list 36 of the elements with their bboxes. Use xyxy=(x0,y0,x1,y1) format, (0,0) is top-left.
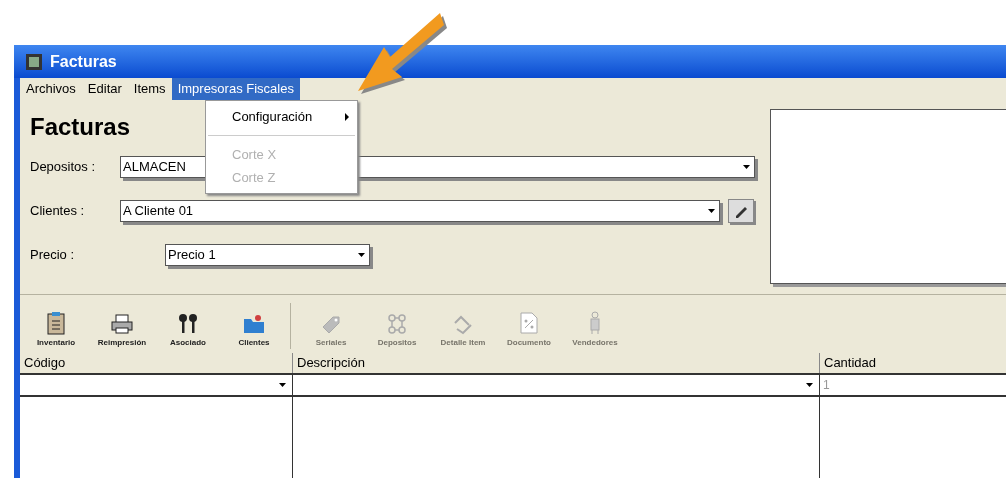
column-header[interactable]: Cantidad xyxy=(820,353,1006,373)
folder-icon xyxy=(242,313,266,335)
dropdown-caret-icon xyxy=(358,253,365,257)
document-icon xyxy=(518,311,540,335)
combo-box[interactable]: A Cliente 01 xyxy=(120,200,720,222)
toolbar-button[interactable]: Inventario xyxy=(26,311,86,349)
lookup-button[interactable] xyxy=(728,199,754,223)
menu-item[interactable]: Archivos xyxy=(20,78,82,100)
keys-icon xyxy=(176,313,200,335)
menu-item[interactable]: Impresoras Fiscales xyxy=(171,78,300,100)
app-icon xyxy=(26,53,42,70)
clipboard-icon xyxy=(45,311,67,335)
field-label: Clientes : xyxy=(30,202,86,221)
field-label: Depositos : xyxy=(30,158,97,177)
menu-item[interactable]: Items xyxy=(127,78,172,100)
dropdown-caret-icon xyxy=(708,209,715,213)
form-heading: Facturas xyxy=(30,112,131,142)
printer-icon xyxy=(110,313,134,335)
dropdown-caret-icon xyxy=(279,383,286,387)
menu-entry[interactable]: Configuración xyxy=(206,105,357,128)
submenu-arrow-icon xyxy=(345,112,349,121)
menu-item[interactable]: Editar xyxy=(81,78,128,100)
window-title: Facturas xyxy=(50,51,117,72)
combo-box[interactable]: Precio 1 xyxy=(165,244,370,266)
column-header[interactable]: Código xyxy=(20,353,293,373)
toolbar-button[interactable]: Reimpresión xyxy=(92,313,152,349)
combo-value: ALMACEN xyxy=(123,158,186,177)
network-icon xyxy=(385,313,409,335)
combo-value: Precio 1 xyxy=(168,246,216,265)
toolbar-button[interactable]: Asociado xyxy=(158,313,218,349)
dropdown-caret-icon xyxy=(806,383,813,387)
field-label: Precio : xyxy=(30,246,76,265)
combo-value: A Cliente 01 xyxy=(123,202,194,221)
column-header[interactable]: Descripción xyxy=(293,353,820,373)
dropdown-caret-icon xyxy=(743,165,750,169)
toolbar-button[interactable]: Clientes xyxy=(224,313,284,349)
